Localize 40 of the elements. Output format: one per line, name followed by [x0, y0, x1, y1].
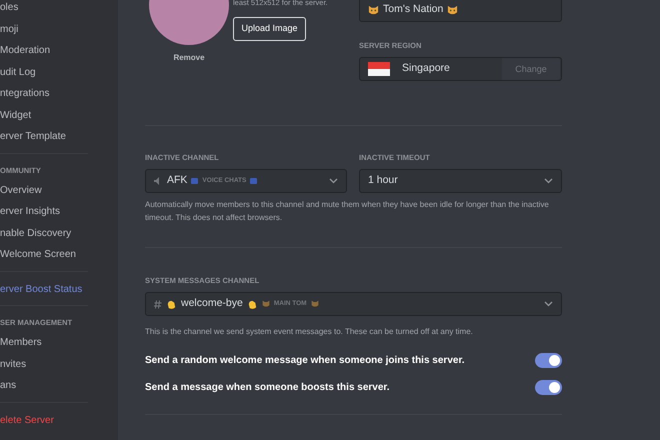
sidebar-item[interactable]: Members — [0, 335, 118, 356]
sidebar-item[interactable]: Overview — [0, 182, 118, 204]
toggle-label: Send a message when someone boosts this server. — [145, 380, 390, 395]
sidebar-item[interactable]: udit Log — [0, 64, 118, 86]
server-name-field[interactable]: Tom's Nation — [359, 0, 562, 22]
sidebar-item[interactable]: Widget — [0, 108, 118, 129]
square-icon — [250, 178, 258, 184]
chevron-down-icon — [329, 178, 338, 184]
chevron-down-icon — [544, 178, 553, 184]
sidebar-item[interactable]: moji — [0, 22, 118, 43]
server-region-field[interactable]: Singapore Change — [359, 57, 562, 82]
toggle-switch[interactable] — [535, 380, 562, 395]
sidebar-item[interactable]: nvites — [0, 356, 118, 378]
sidebar-item[interactable]: Welcome Screen — [0, 247, 118, 268]
cat-face-icon — [262, 300, 270, 308]
toggle-label: Send a random welcome message when someone joins this server. — [145, 354, 465, 368]
cat-face-icon — [310, 300, 319, 308]
flag-icon — [368, 62, 390, 76]
upload-image-button[interactable]: Upload Image — [233, 16, 306, 40]
cat-face-icon — [368, 4, 379, 16]
channel-name: welcome-bye — [181, 296, 243, 312]
sidebar-item[interactable]: nable Discovery — [0, 226, 118, 247]
sidebar-item[interactable]: erver Boost Status — [0, 282, 118, 303]
sidebar-item[interactable]: ans — [0, 378, 118, 400]
sidebar-item[interactable]: erver Template — [0, 129, 118, 150]
cat-face-icon — [447, 4, 458, 16]
hash-icon — [154, 300, 162, 309]
channel-name: AFK — [167, 173, 188, 188]
remove-link[interactable]: Remove — [173, 52, 205, 64]
square-icon — [191, 178, 198, 184]
sidebar-item[interactable]: Moderation — [0, 43, 118, 64]
sidebar-item[interactable]: oles — [0, 0, 118, 22]
help-text: This is the channel we send system event messages to. These can be turned off at any time. — [145, 326, 474, 338]
chevron-down-icon — [544, 301, 553, 308]
region-value: Singapore — [402, 61, 450, 76]
toggle-switch[interactable] — [535, 352, 562, 368]
help-text: Automatically move members to this channel and mute them when they have been idle for longer than the inactive timeout. This does not affect browsers. — [145, 199, 550, 224]
sidebar-item[interactable]: elete Server — [0, 412, 118, 434]
sidebar-item[interactable]: erver Insights — [0, 204, 118, 226]
sidebar-item[interactable]: ntegrations — [0, 86, 118, 108]
